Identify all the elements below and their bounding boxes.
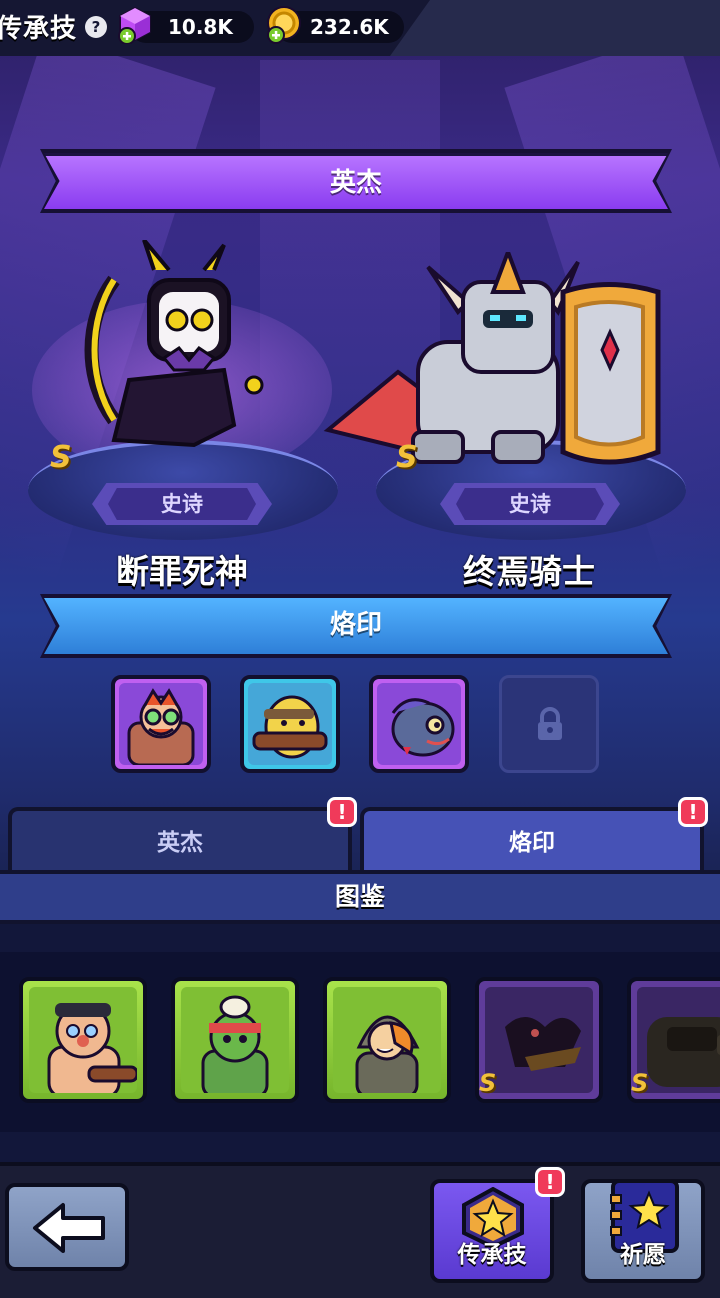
top-bar-accent xyxy=(390,0,720,56)
wish-label: 祈愿 xyxy=(620,1242,666,1268)
seal-slot-1[interactable] xyxy=(111,675,211,773)
seal-portrait-3 xyxy=(377,683,461,765)
back-arrow-icon xyxy=(33,1203,105,1253)
rarity-badge-left: 史诗 xyxy=(92,483,272,525)
seal-portrait-1 xyxy=(119,683,203,765)
codex-card-1[interactable] xyxy=(19,977,147,1103)
gem-add-icon[interactable] xyxy=(117,6,153,44)
seal-slot-3[interactable] xyxy=(369,675,469,773)
codex-portrait-3 xyxy=(333,987,441,1093)
hero-name-left: 断罪死神 xyxy=(116,552,248,591)
tab-seal-alert: ! xyxy=(678,797,708,827)
hero-banner: 英杰 xyxy=(44,153,668,209)
codex-portrait-1 xyxy=(29,987,137,1093)
tab-seal[interactable]: 烙印 xyxy=(360,807,704,875)
codex-card-5[interactable]: S xyxy=(627,977,720,1103)
rarity-badge-right: 史诗 xyxy=(440,483,620,525)
reaper-hero-portrait[interactable] xyxy=(74,240,274,450)
back-button[interactable] xyxy=(5,1183,129,1271)
tab-hero-alert: ! xyxy=(327,797,357,827)
codex-card-3[interactable] xyxy=(323,977,451,1103)
seal-slot-2[interactable] xyxy=(240,675,340,773)
rarity-label: 史诗 xyxy=(161,492,203,516)
codex-portrait-2 xyxy=(181,987,289,1093)
hero-name-right: 终焉骑士 xyxy=(463,552,595,591)
seal-portrait-2 xyxy=(248,683,332,765)
codex-card-2[interactable] xyxy=(171,977,299,1103)
page-title: 传承技 xyxy=(0,14,78,44)
codex-portrait-4 xyxy=(485,987,593,1093)
codex-card-4[interactable]: S xyxy=(475,977,603,1103)
tab-hero[interactable]: 英杰 xyxy=(8,807,352,875)
legacy-screen: 传承技 ? 10.8K 232.6K 英杰 S S 史诗 史诗 断罪死神 终焉骑… xyxy=(0,0,720,1298)
codex-portrait-5 xyxy=(637,987,720,1093)
rarity-label: 史诗 xyxy=(509,492,551,516)
legacy-skill-alert: ! xyxy=(535,1167,565,1197)
seal-slot-locked[interactable] xyxy=(499,675,599,773)
lock-icon xyxy=(538,707,562,740)
codex-tier-4: S xyxy=(479,1069,497,1097)
coin-add-icon[interactable] xyxy=(264,5,304,45)
codex-tier-5: S xyxy=(631,1069,649,1097)
codex-header: 图鉴 xyxy=(0,870,720,924)
hero-tier-right: S xyxy=(396,440,418,475)
help-icon[interactable]: ? xyxy=(85,16,107,38)
seal-banner: 烙印 xyxy=(44,598,668,654)
top-bar: 传承技 ? 10.8K 232.6K xyxy=(0,0,720,56)
legacy-skill-button[interactable]: 传承技 xyxy=(430,1179,554,1283)
hero-tier-left: S xyxy=(50,440,72,475)
knight-hero-portrait[interactable] xyxy=(318,252,668,472)
legacy-skill-label: 传承技 xyxy=(457,1242,527,1268)
wish-button[interactable]: 祈愿 xyxy=(581,1179,705,1283)
